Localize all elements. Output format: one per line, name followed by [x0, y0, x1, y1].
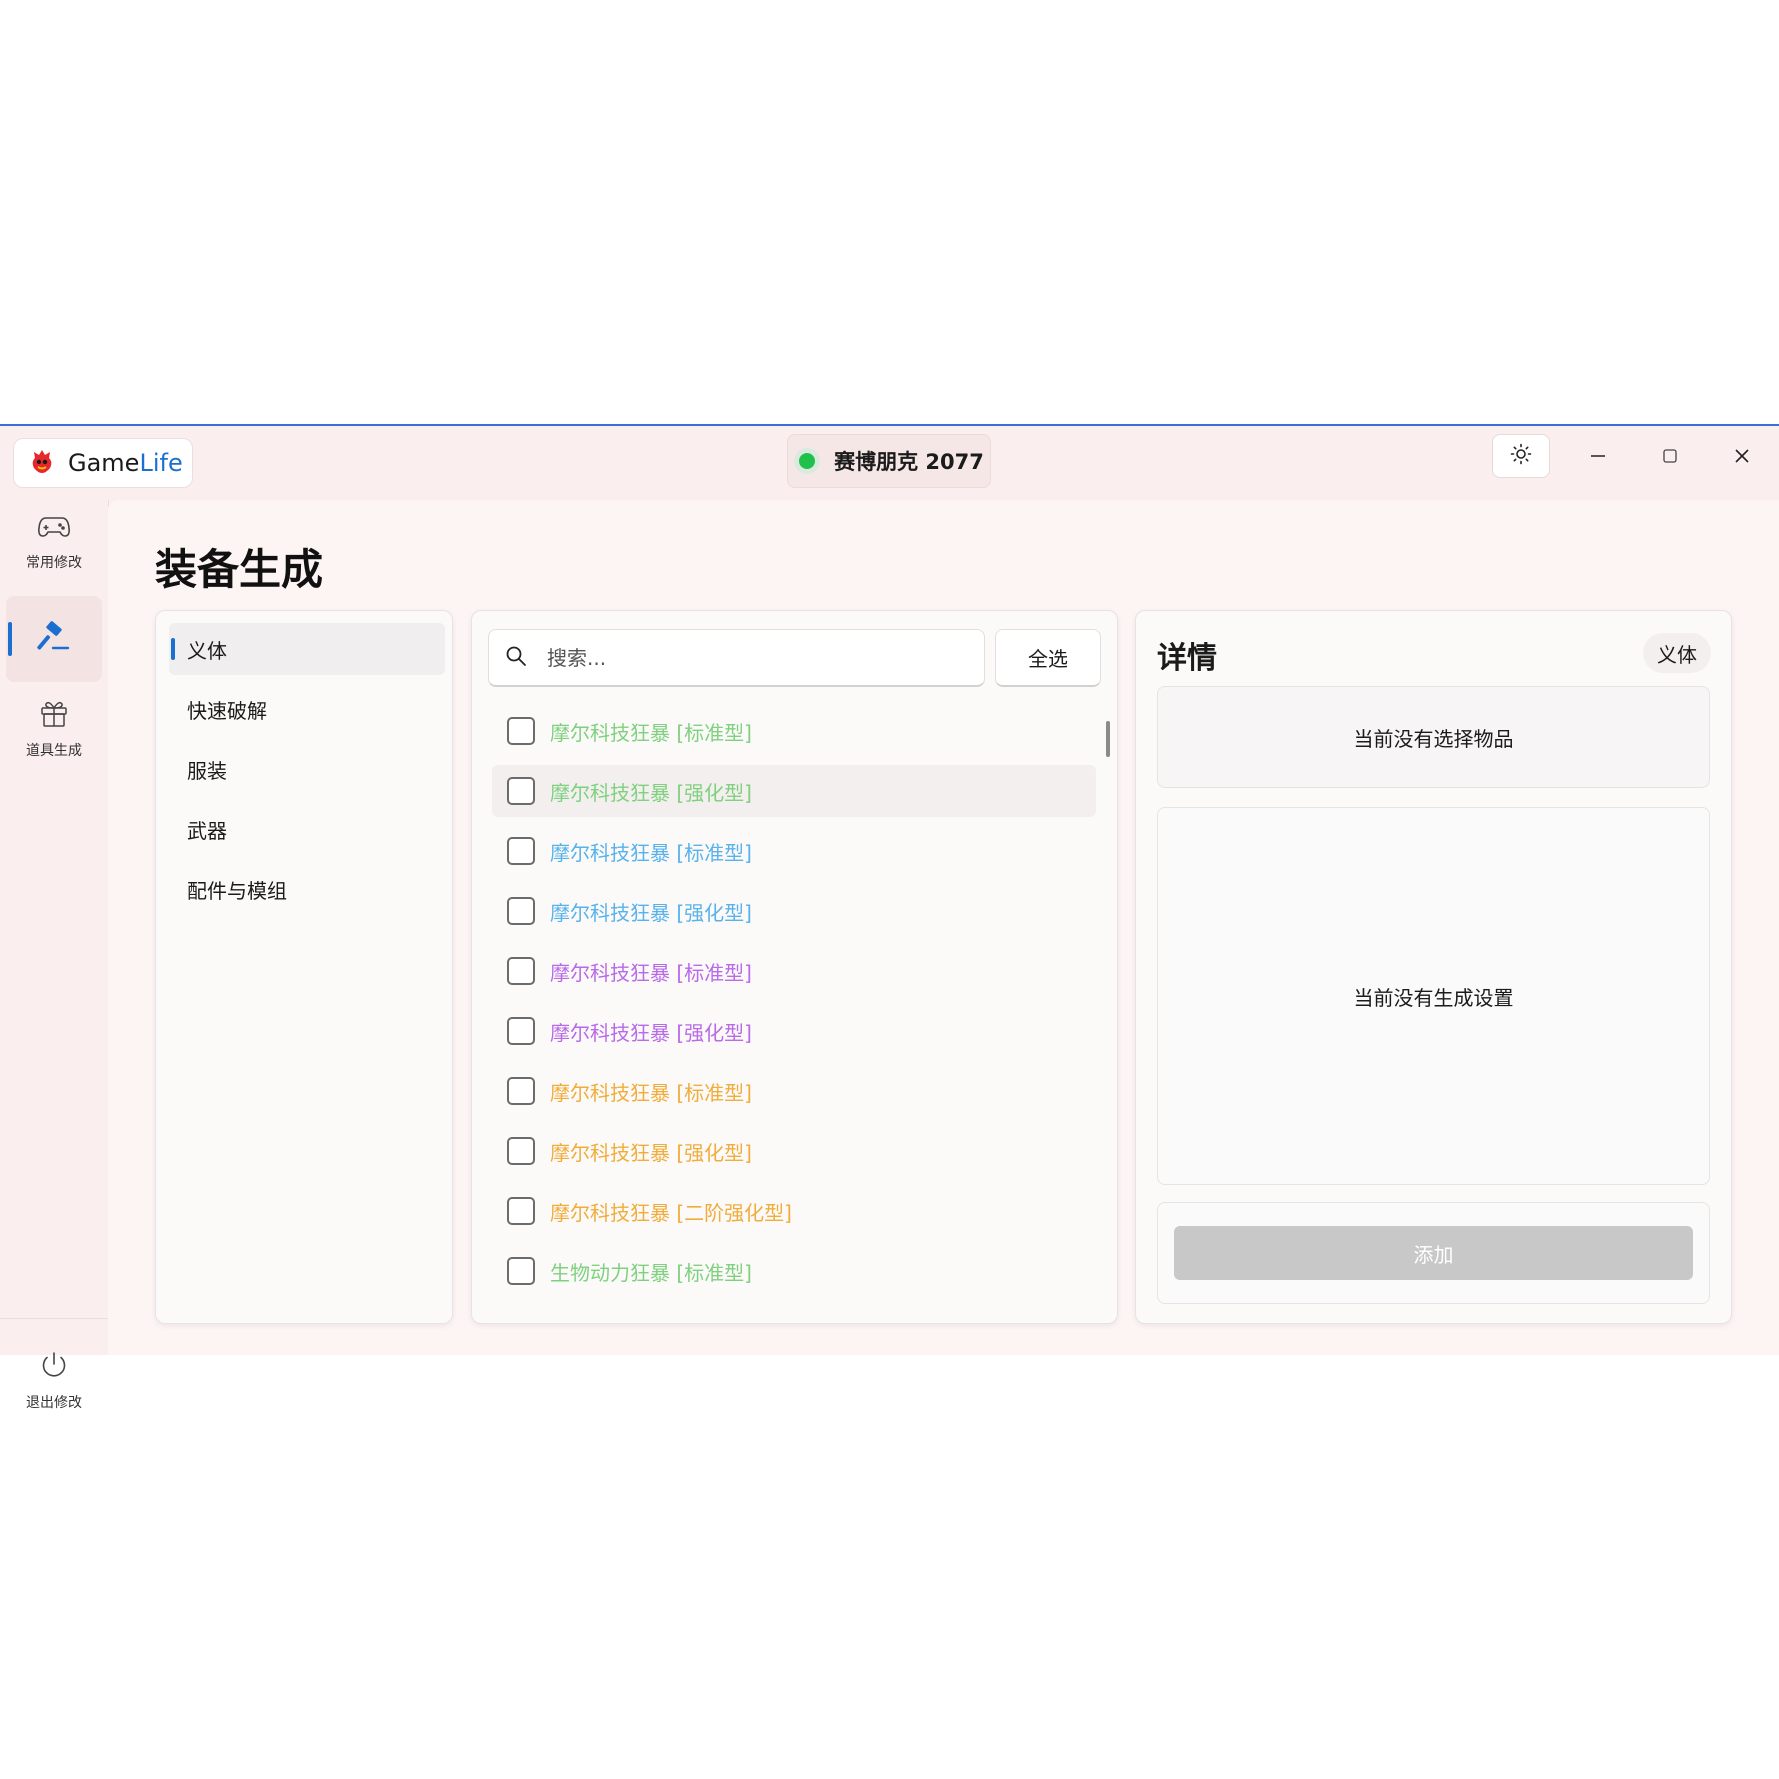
app-name-part1: Game: [68, 449, 140, 477]
app-logo-icon: [28, 447, 56, 479]
game-status-pill[interactable]: 赛博朋克 2077: [787, 434, 991, 488]
add-action-panel: 添加: [1157, 1202, 1710, 1304]
item-checkbox[interactable]: [507, 1257, 535, 1285]
close-icon: [1733, 447, 1751, 469]
app-name-part2: Life: [139, 449, 183, 477]
category-item-weapons[interactable]: 武器: [169, 803, 445, 855]
list-item[interactable]: 摩尔科技狂暴 [标准型]: [492, 705, 1096, 757]
close-button[interactable]: [1718, 438, 1766, 478]
item-checkbox[interactable]: [507, 717, 535, 745]
category-item-quickhacks[interactable]: 快速破解: [169, 683, 445, 735]
item-checkbox[interactable]: [507, 897, 535, 925]
category-item-cyberware[interactable]: 义体: [169, 623, 445, 675]
list-item[interactable]: 摩尔科技狂暴 [标准型]: [492, 825, 1096, 877]
app-window: GameLife 赛博朋克 2077 常用修改 道具生成 退出修改 装备生成 义…: [0, 424, 1779, 1411]
nav-divider: [0, 1318, 108, 1319]
item-checkbox[interactable]: [507, 1077, 535, 1105]
add-button[interactable]: 添加: [1174, 1226, 1693, 1280]
item-label: 摩尔科技狂暴 [强化型]: [550, 900, 752, 925]
item-label: 摩尔科技狂暴 [标准型]: [550, 960, 752, 985]
title-bar: GameLife 赛博朋克 2077: [0, 426, 1779, 500]
item-list: 摩尔科技狂暴 [标准型] 摩尔科技狂暴 [强化型] 摩尔科技狂暴 [标准型] 摩…: [492, 705, 1096, 1305]
select-all-button[interactable]: 全选: [995, 629, 1101, 687]
nav-active-indicator: [8, 622, 12, 656]
list-item[interactable]: 摩尔科技狂暴 [强化型]: [492, 1125, 1096, 1177]
list-item[interactable]: 摩尔科技狂暴 [强化型]: [492, 885, 1096, 937]
nav-label-item-gen: 道具生成: [26, 743, 82, 759]
item-checkbox[interactable]: [507, 1197, 535, 1225]
app-brand[interactable]: GameLife: [13, 438, 193, 488]
gift-icon: [39, 698, 69, 732]
category-item-attachments-mods[interactable]: 配件与模组: [169, 863, 445, 915]
minimize-icon: [1589, 447, 1607, 469]
generation-settings-panel: 当前没有生成设置: [1157, 807, 1710, 1185]
status-dot-icon: [799, 453, 816, 469]
gamepad-icon: [38, 514, 70, 544]
status-indicator: [794, 448, 821, 474]
theme-toggle-button[interactable]: [1492, 434, 1550, 478]
item-label: 生物动力狂暴 [标准型]: [550, 1260, 752, 1285]
maximize-button[interactable]: [1646, 438, 1694, 478]
category-label: 义体: [187, 638, 227, 663]
no-item-message: 当前没有选择物品: [1353, 726, 1514, 751]
item-label: 摩尔科技狂暴 [二阶强化型]: [550, 1200, 792, 1225]
item-label: 摩尔科技狂暴 [标准型]: [550, 1080, 752, 1105]
minimize-button[interactable]: [1574, 438, 1622, 478]
search-input[interactable]: [545, 644, 949, 671]
details-category-tag: 义体: [1643, 633, 1711, 673]
list-item[interactable]: 摩尔科技狂暴 [标准型]: [492, 945, 1096, 997]
no-settings-message: 当前没有生成设置: [1353, 985, 1514, 1010]
list-item[interactable]: 摩尔科技狂暴 [标准型]: [492, 1065, 1096, 1117]
item-label: 摩尔科技狂暴 [标准型]: [550, 720, 752, 745]
list-item[interactable]: 生物动力狂暴 [标准型]: [492, 1245, 1096, 1297]
list-item[interactable]: 摩尔科技狂暴 [强化型]: [492, 1005, 1096, 1057]
nav-item-common-mods[interactable]: 常用修改: [6, 500, 102, 586]
item-list-panel: 全选 摩尔科技狂暴 [标准型] 摩尔科技狂暴 [强化型] 摩尔科技狂暴 [标准型…: [471, 610, 1118, 1324]
nav-label-exit: 退出修改: [26, 1395, 82, 1411]
item-checkbox[interactable]: [507, 957, 535, 985]
details-panel: 详情 义体 当前没有选择物品 当前没有生成设置 添加: [1135, 610, 1732, 1324]
game-name: 赛博朋克 2077: [834, 450, 984, 474]
selected-item-panel: 当前没有选择物品: [1157, 686, 1710, 788]
nav-label-common-mods: 常用修改: [26, 555, 82, 571]
item-label: 摩尔科技狂暴 [标准型]: [550, 840, 752, 865]
item-label: 摩尔科技狂暴 [强化型]: [550, 1020, 752, 1045]
item-checkbox[interactable]: [507, 1137, 535, 1165]
search-icon: [505, 645, 527, 671]
item-checkbox[interactable]: [507, 1017, 535, 1045]
hammer-icon: [37, 620, 71, 658]
main-content: 装备生成 义体 快速破解 服装 武器 配件与模组 搜索... 全选 摩尔科技狂暴…: [108, 500, 1779, 1355]
nav-rail: 常用修改 道具生成 退出修改: [0, 500, 109, 1411]
category-panel: 义体 快速破解 服装 武器 配件与模组: [155, 610, 453, 1324]
sun-icon: [1510, 443, 1532, 469]
maximize-icon: [1661, 447, 1679, 469]
item-checkbox[interactable]: [507, 837, 535, 865]
category-label: 服装: [187, 758, 227, 783]
category-item-clothing[interactable]: 服装: [169, 743, 445, 795]
item-label: 摩尔科技狂暴 [强化型]: [550, 780, 752, 805]
list-item[interactable]: 摩尔科技狂暴 [二阶强化型]: [492, 1185, 1096, 1237]
nav-item-exit[interactable]: 退出修改: [6, 1338, 102, 1424]
page-title: 装备生成: [155, 545, 324, 594]
category-label: 配件与模组: [187, 878, 287, 903]
nav-item-item-gen[interactable]: 道具生成: [6, 686, 102, 772]
category-label: 武器: [187, 818, 227, 843]
item-checkbox[interactable]: [507, 777, 535, 805]
power-icon: [39, 1350, 69, 1384]
category-active-indicator: [171, 638, 175, 660]
search-box[interactable]: [488, 629, 985, 687]
category-label: 快速破解: [187, 698, 267, 723]
nav-item-equipment-gen[interactable]: [6, 596, 102, 682]
app-name: GameLife: [68, 449, 183, 477]
item-label: 摩尔科技狂暴 [强化型]: [550, 1140, 752, 1165]
list-item[interactable]: 摩尔科技狂暴 [强化型]: [492, 765, 1096, 817]
list-scrollbar[interactable]: [1106, 721, 1110, 757]
details-title: 详情: [1157, 641, 1217, 676]
